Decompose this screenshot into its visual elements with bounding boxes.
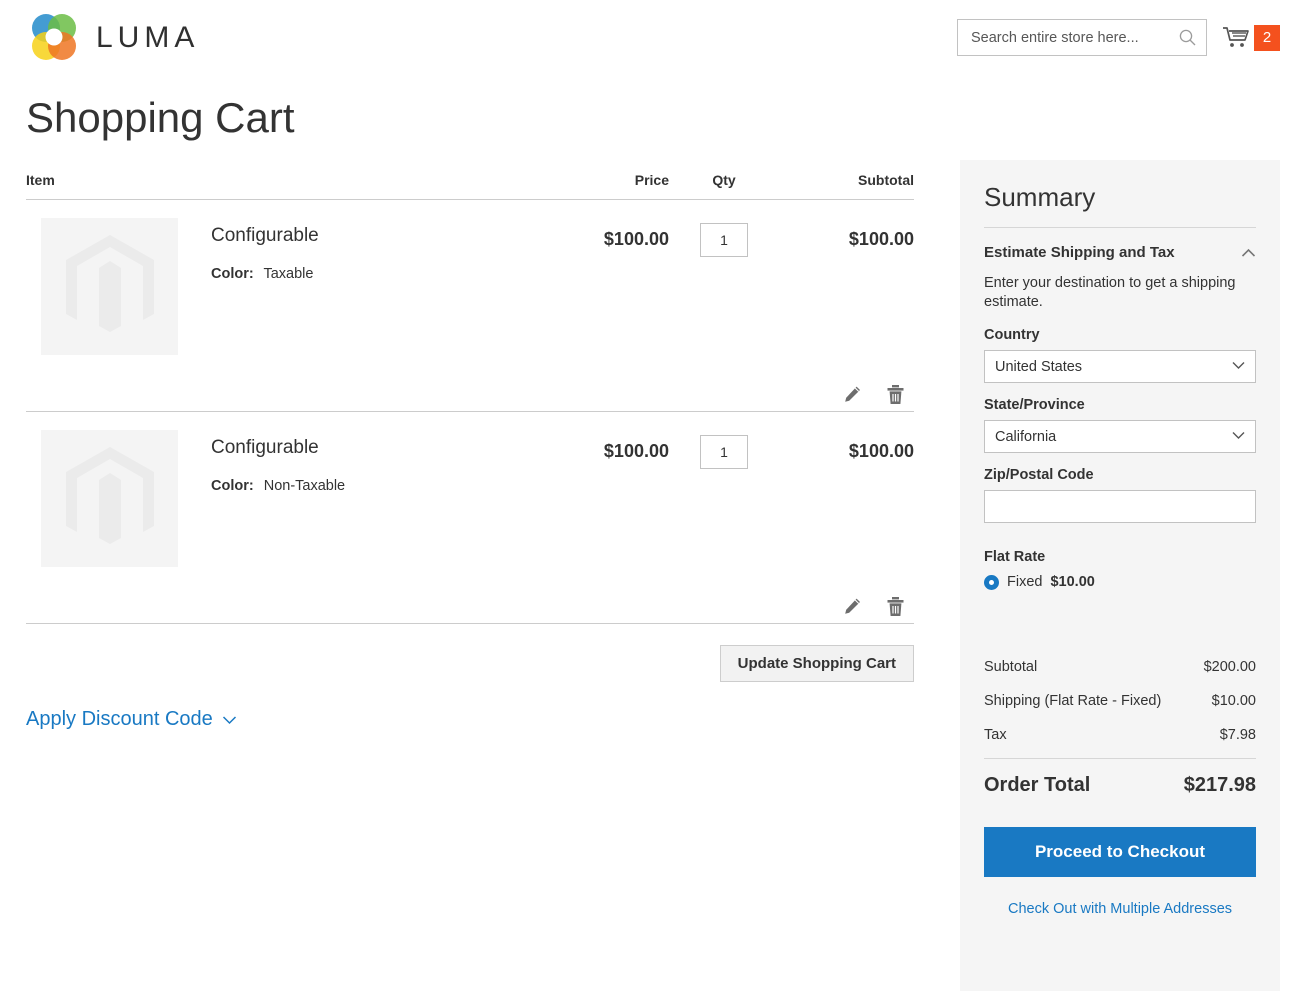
- product-option: Color: Taxable: [211, 266, 319, 282]
- shipping-method-name: Fixed: [1007, 574, 1043, 591]
- trash-delete-icon[interactable]: [885, 383, 905, 405]
- product-subtotal: $100.00: [848, 229, 914, 249]
- cart-actions: Update Shopping Cart: [26, 624, 914, 682]
- shopping-cart-icon[interactable]: [1221, 25, 1251, 51]
- header-right-controls: 2: [957, 19, 1280, 56]
- product-option: Color: Non-Taxable: [211, 478, 345, 494]
- product-info: Configurable Color: Non-Taxable: [178, 430, 345, 567]
- product-info: Configurable Color: Taxable: [178, 218, 319, 355]
- column-header-price: Price: [634, 172, 669, 188]
- magento-placeholder-image-icon: [41, 430, 178, 567]
- total-row-subtotal: Subtotal $200.00: [984, 650, 1256, 684]
- product-name[interactable]: Configurable: [211, 225, 319, 247]
- mini-cart[interactable]: 2: [1221, 24, 1280, 51]
- total-value: $7.98: [1219, 727, 1256, 744]
- total-label: Tax: [984, 727, 1007, 744]
- state-province-label: State/Province: [984, 397, 1085, 414]
- state-select-wrap: [984, 420, 1256, 467]
- total-row-tax: Tax $7.98: [984, 718, 1256, 752]
- row-actions: [26, 383, 914, 405]
- shipping-method-price: $10.00: [1050, 574, 1095, 591]
- product-option-label: Color:: [211, 266, 254, 282]
- zip-postal-code-label: Zip/Postal Code: [984, 467, 1094, 484]
- cart-count-badge: 2: [1254, 24, 1280, 51]
- summary-title: Summary: [984, 182, 1256, 228]
- search-box[interactable]: [957, 19, 1207, 56]
- order-total-label: Order Total: [984, 774, 1091, 797]
- table-row: Configurable Color: Non-Taxable $100.00 …: [26, 412, 914, 624]
- table-header-row: Item Price Qty Subtotal: [26, 172, 914, 200]
- qty-cell: [669, 218, 779, 355]
- chevron-down-icon: [222, 715, 236, 724]
- page-header: LUMA 2: [0, 0, 1300, 76]
- product-price: $100.00: [603, 441, 669, 461]
- country-select[interactable]: [984, 350, 1256, 384]
- page-title: Shopping Cart: [26, 94, 295, 141]
- pencil-edit-icon[interactable]: [842, 383, 862, 405]
- trash-delete-icon[interactable]: [885, 595, 905, 617]
- site-logo[interactable]: LUMA: [26, 10, 199, 66]
- zip-postal-code-input[interactable]: [984, 490, 1256, 524]
- search-icon[interactable]: [1174, 25, 1200, 51]
- apply-discount-code-toggle[interactable]: Apply Discount Code: [26, 708, 237, 731]
- proceed-to-checkout-button[interactable]: Proceed to Checkout: [984, 827, 1256, 878]
- product-option-label: Color:: [211, 478, 254, 494]
- product-cell: Configurable Color: Non-Taxable: [26, 430, 549, 567]
- qty-cell: [669, 430, 779, 567]
- qty-input[interactable]: [700, 435, 748, 469]
- qty-input[interactable]: [700, 223, 748, 257]
- column-header-item: Item: [26, 172, 55, 188]
- product-subtotal: $100.00: [848, 441, 914, 461]
- order-summary-panel: Summary Estimate Shipping and Tax Enter …: [960, 160, 1280, 991]
- apply-discount-code-label: Apply Discount Code: [26, 708, 213, 730]
- product-option-value: Non-Taxable: [263, 478, 346, 494]
- country-select-wrap: [984, 350, 1256, 397]
- update-shopping-cart-button[interactable]: Update Shopping Cart: [719, 645, 914, 682]
- row-actions: [26, 595, 914, 617]
- total-value: $10.00: [1211, 693, 1256, 710]
- column-header-qty: Qty: [712, 172, 736, 188]
- state-province-select[interactable]: [984, 420, 1256, 454]
- flat-rate-fixed-radio[interactable]: [984, 574, 999, 590]
- column-header-subtotal: Subtotal: [858, 172, 914, 188]
- totals-list: Subtotal $200.00 Shipping (Flat Rate - F…: [984, 650, 1256, 797]
- search-input[interactable]: [969, 28, 1174, 47]
- logo-text: LUMA: [96, 21, 200, 54]
- order-total-row: Order Total $217.98: [984, 758, 1256, 797]
- table-row: Configurable Color: Taxable $100.00 $100…: [26, 200, 914, 412]
- estimate-note: Enter your destination to get a shipping…: [984, 275, 1236, 311]
- check-out-multiple-addresses-link[interactable]: Check Out with Multiple Addresses: [984, 901, 1256, 917]
- product-name[interactable]: Configurable: [211, 437, 345, 459]
- magento-placeholder-image-icon: [41, 218, 178, 355]
- cart-items-table: Item Price Qty Subtotal Configurable Col…: [26, 172, 914, 731]
- estimate-shipping-and-tax-toggle[interactable]: Estimate Shipping and Tax: [984, 244, 1256, 261]
- total-row-shipping: Shipping (Flat Rate - Fixed) $10.00: [984, 684, 1256, 718]
- product-price: $100.00: [603, 229, 669, 249]
- total-label: Subtotal: [984, 659, 1038, 676]
- order-total-value: $217.98: [1183, 774, 1256, 797]
- estimate-shipping-heading: Estimate Shipping and Tax: [984, 244, 1175, 261]
- product-cell: Configurable Color: Taxable: [26, 218, 549, 355]
- total-value: $200.00: [1203, 659, 1256, 676]
- shipping-method-option[interactable]: Fixed $10.00: [984, 574, 1256, 590]
- country-label: Country: [984, 327, 1040, 344]
- product-option-value: Taxable: [263, 266, 314, 282]
- pencil-edit-icon[interactable]: [842, 595, 862, 617]
- chevron-up-icon: [1241, 248, 1256, 257]
- luma-flower-logo-icon: [32, 14, 76, 60]
- shipping-method-title: Flat Rate: [984, 549, 1046, 566]
- total-label: Shipping (Flat Rate - Fixed): [984, 693, 1162, 710]
